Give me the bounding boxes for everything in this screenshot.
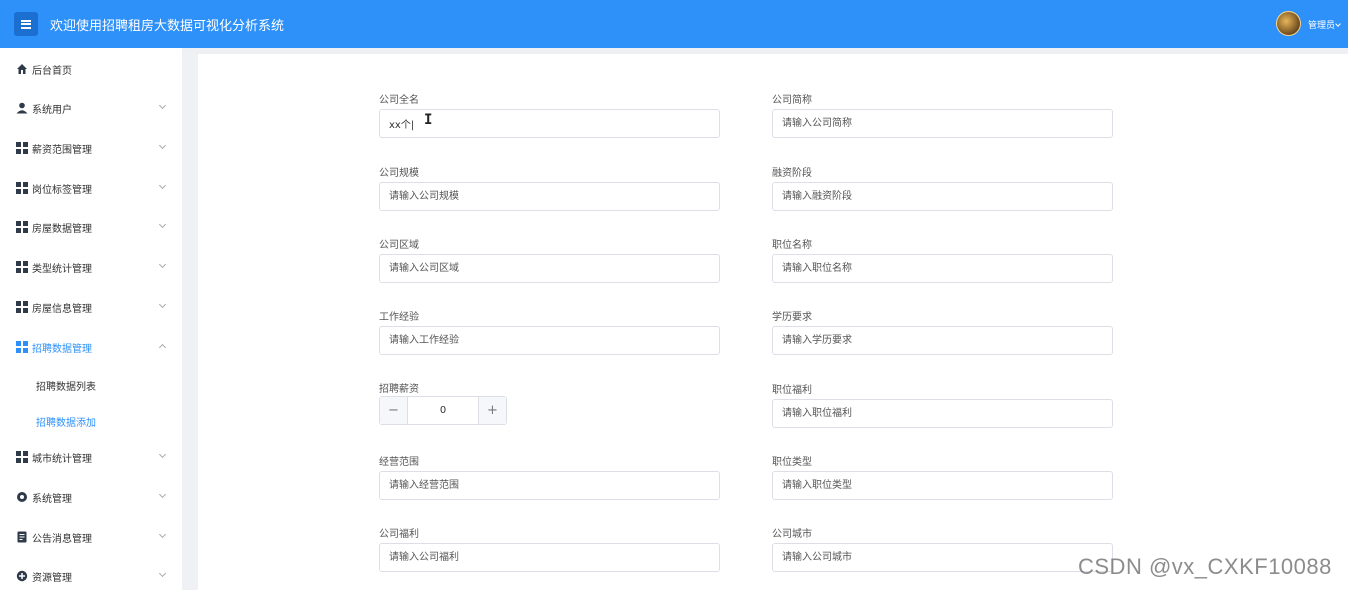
watermark: CSDN @vx_CXKF10088 — [1078, 554, 1332, 579]
menu-toggle-button[interactable] — [14, 12, 38, 36]
grid-icon — [16, 261, 28, 273]
field-label: 职位类型 — [772, 457, 812, 468]
sidebar-item-label: 城市统计管理 — [32, 454, 92, 465]
company-city-input[interactable] — [772, 543, 1113, 572]
sidebar-item-system-users[interactable]: 系统用户 — [0, 94, 182, 122]
sidebar-item-type-stats[interactable]: 类型统计管理 — [0, 253, 182, 281]
increment-button[interactable]: + — [478, 397, 506, 424]
sidebar-subitem-label: 招聘数据列表 — [36, 382, 96, 393]
sidebar-subitem-recruitment-list[interactable]: 招聘数据列表 — [0, 371, 182, 397]
chevron-down-icon — [158, 220, 167, 229]
top-header: 欢迎使用招聘租房大数据可视化分析系统 管理员 — [0, 0, 1348, 48]
education-input[interactable] — [772, 326, 1113, 355]
sidebar-item-resources[interactable]: 资源管理 — [0, 562, 182, 590]
sidebar-item-house-info[interactable]: 房屋信息管理 — [0, 293, 182, 321]
sidebar-item-system-management[interactable]: 系统管理 — [0, 483, 182, 511]
grid-icon — [16, 182, 28, 194]
field-label: 职位福利 — [772, 385, 812, 396]
sidebar-item-label: 公告消息管理 — [32, 534, 92, 545]
sidebar-subitem-recruitment-add[interactable]: 招聘数据添加 — [0, 407, 182, 433]
company-short-name-input[interactable] — [772, 109, 1113, 138]
chevron-down-icon — [158, 530, 167, 539]
home-icon — [17, 64, 27, 74]
sidebar-item-label: 类型统计管理 — [32, 264, 92, 275]
grid-icon — [16, 221, 28, 233]
decrement-button[interactable]: − — [380, 397, 408, 424]
business-scope-input[interactable] — [379, 471, 720, 500]
company-region-input[interactable] — [379, 254, 720, 283]
grid-icon — [16, 451, 28, 463]
sidebar-subitem-label: 招聘数据添加 — [36, 418, 96, 429]
field-label: 融资阶段 — [772, 168, 812, 179]
sidebar-item-label: 房屋信息管理 — [32, 304, 92, 315]
grid-icon — [16, 341, 28, 353]
company-size-input[interactable] — [379, 182, 720, 211]
field-label: 工作经验 — [379, 312, 419, 323]
chevron-up-icon — [158, 343, 167, 352]
user-menu[interactable]: 管理员 — [1308, 18, 1341, 31]
chevron-down-icon — [158, 300, 167, 309]
field-label: 公司简称 — [772, 95, 812, 106]
sidebar-item-label: 薪资范围管理 — [32, 145, 92, 156]
salary-value[interactable]: 0 — [408, 397, 478, 424]
chevron-down-icon — [158, 260, 167, 269]
chevron-down-icon — [158, 450, 167, 459]
grid-icon — [16, 301, 28, 313]
header-shadow — [182, 48, 1348, 54]
chevron-down-icon — [158, 141, 167, 150]
grid-icon — [16, 142, 28, 154]
chevron-down-icon — [158, 569, 167, 578]
sidebar-item-label: 后台首页 — [32, 66, 72, 77]
user-icon — [16, 102, 28, 114]
chevron-down-icon — [158, 181, 167, 190]
sidebar-item-announcements[interactable]: 公告消息管理 — [0, 523, 182, 551]
sidebar: 后台首页 系统用户 薪资范围管理 岗位标签管理 房屋数据管理 类型统计管理 房屋… — [0, 48, 182, 590]
sidebar-item-dashboard[interactable]: 后台首页 — [0, 55, 182, 83]
field-label: 公司全名 — [379, 95, 419, 106]
salary-stepper: − 0 + — [379, 396, 507, 425]
chevron-down-icon — [158, 490, 167, 499]
field-label: 学历要求 — [772, 312, 812, 323]
sidebar-item-label: 招聘数据管理 — [32, 344, 92, 355]
field-label: 公司城市 — [772, 529, 812, 540]
sidebar-item-salary-range[interactable]: 薪资范围管理 — [0, 134, 182, 162]
sidebar-item-label: 系统管理 — [32, 494, 72, 505]
chevron-down-icon — [1335, 21, 1341, 27]
chevron-down-icon — [158, 101, 167, 110]
field-label: 经营范围 — [379, 457, 419, 468]
app-title: 欢迎使用招聘租房大数据可视化分析系统 — [50, 19, 285, 34]
company-benefits-input[interactable] — [379, 543, 720, 572]
position-type-input[interactable] — [772, 471, 1113, 500]
text-cursor-icon: I — [424, 112, 433, 128]
field-label: 职位名称 — [772, 240, 812, 251]
work-experience-input[interactable] — [379, 326, 720, 355]
financing-stage-input[interactable] — [772, 182, 1113, 211]
circle-icon — [16, 570, 28, 582]
sidebar-item-label: 资源管理 — [32, 573, 72, 584]
sidebar-item-recruitment-data[interactable]: 招聘数据管理 — [0, 333, 182, 361]
sidebar-item-label: 系统用户 — [32, 105, 72, 116]
position-name-input[interactable] — [772, 254, 1113, 283]
sidebar-item-city-stats[interactable]: 城市统计管理 — [0, 443, 182, 471]
hamburger-icon — [21, 19, 31, 29]
sidebar-divider — [182, 48, 198, 590]
field-label: 公司规模 — [379, 168, 419, 179]
user-name: 管理员 — [1308, 21, 1336, 31]
sidebar-item-house-data[interactable]: 房屋数据管理 — [0, 213, 182, 241]
field-label: 公司福利 — [379, 529, 419, 540]
avatar[interactable] — [1276, 11, 1301, 36]
document-icon — [17, 531, 27, 543]
sidebar-item-label: 岗位标签管理 — [32, 185, 92, 196]
sidebar-item-job-tags[interactable]: 岗位标签管理 — [0, 174, 182, 202]
position-benefits-input[interactable] — [772, 399, 1113, 428]
field-label: 招聘薪资 — [379, 384, 419, 395]
sidebar-item-label: 房屋数据管理 — [32, 224, 92, 235]
field-label: 公司区域 — [379, 240, 419, 251]
gear-icon — [17, 492, 27, 502]
